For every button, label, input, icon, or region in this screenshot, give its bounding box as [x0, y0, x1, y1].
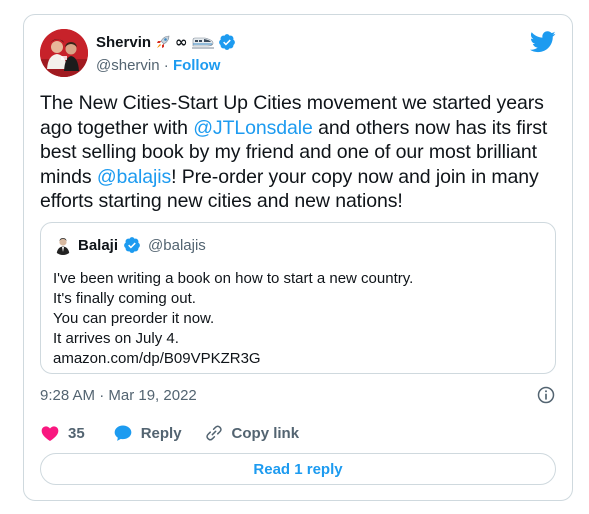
copy-link-button[interactable]: Copy link	[204, 423, 300, 443]
quoted-line: It's finally coming out.	[53, 290, 196, 307]
mention-link[interactable]: @balajis	[97, 166, 171, 188]
infinity-emoji: ∞	[175, 33, 188, 51]
author-name[interactable]: Shervin	[96, 34, 151, 51]
author-avatar[interactable]	[40, 29, 88, 77]
reply-button[interactable]: Reply	[113, 423, 182, 443]
rocket-emoji	[155, 34, 171, 50]
quoted-tweet-header: Balaji @balajis	[53, 235, 206, 255]
like-button[interactable]: 35	[40, 423, 85, 443]
quoted-tweet[interactable]: Balaji @balajis I've been writing a book…	[40, 222, 556, 374]
info-icon[interactable]	[536, 385, 556, 405]
twitter-bird-icon[interactable]	[530, 31, 556, 53]
quoted-line: It arrives on July 4.	[53, 330, 179, 347]
quoted-author-handle: @balajis	[148, 236, 206, 254]
quoted-link[interactable]: amazon.com/dp/B09VPKZR3G	[53, 349, 413, 369]
quoted-author-name[interactable]: Balaji	[78, 237, 118, 254]
like-count: 35	[68, 424, 85, 442]
copy-link-label: Copy link	[231, 424, 300, 442]
tweet-actions: 35 Reply Copy link	[40, 419, 299, 447]
heart-icon	[41, 426, 59, 441]
timestamp-row: 9:28 AM · Mar 19, 2022	[40, 382, 556, 408]
quoted-line: I've been writing a book on how to start…	[53, 270, 414, 287]
author-handle[interactable]: @shervin	[96, 57, 160, 74]
reply-bubble-icon	[114, 425, 132, 441]
bullet-train-emoji	[191, 35, 214, 49]
author-name-row[interactable]: Shervin ∞	[96, 33, 236, 51]
verified-badge-icon	[218, 34, 235, 50]
mention-link[interactable]: @JTLonsdale	[193, 117, 313, 139]
quoted-tweet-body: I've been writing a book on how to start…	[53, 269, 413, 369]
reply-label: Reply	[140, 424, 182, 442]
tweet-timestamp[interactable]: 9:28 AM · Mar 19, 2022	[40, 387, 197, 404]
handle-separator: ·	[163, 57, 173, 74]
author-handle-row: @shervin · Follow	[96, 57, 220, 74]
read-replies-button[interactable]: Read 1 reply	[40, 453, 556, 485]
follow-button[interactable]: Follow	[173, 57, 221, 74]
tweet-text: The New Cities-Start Up Cities movement …	[40, 91, 560, 214]
link-icon	[205, 425, 222, 441]
verified-badge-icon	[124, 237, 140, 253]
quoted-author-avatar[interactable]	[53, 235, 73, 255]
tweet-card: Shervin ∞ @shervin · Follow The New Citi…	[23, 14, 573, 501]
quoted-line: You can preorder it now.	[53, 310, 215, 327]
